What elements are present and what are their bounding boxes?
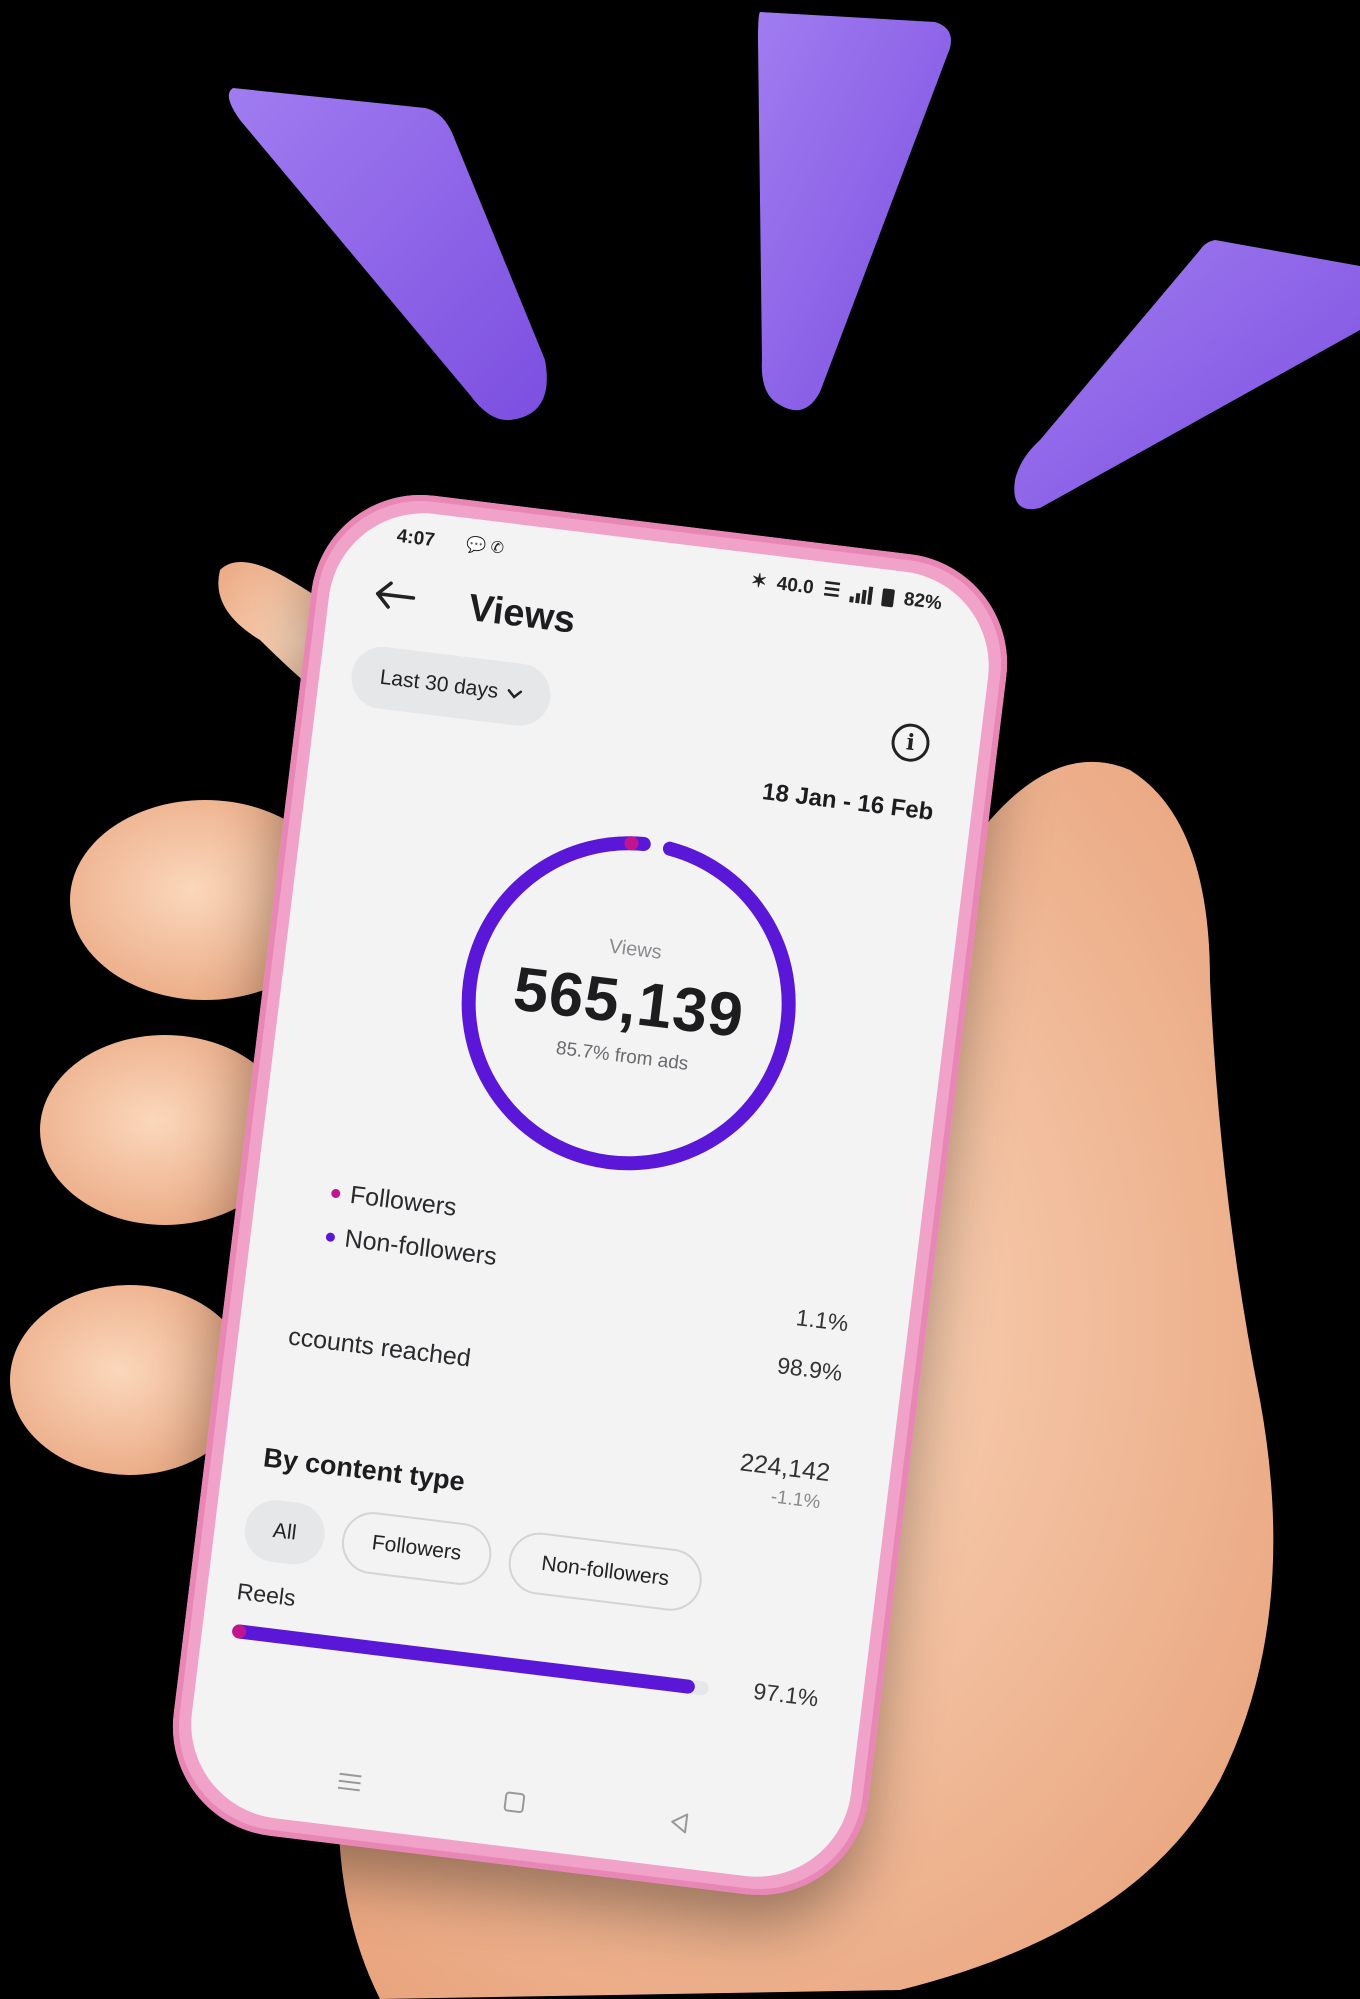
reels-bar-fill [231,1623,696,1695]
status-right: ✶ 40.0 ☰ 82% [750,569,943,615]
reels-bar-track [231,1623,710,1697]
page-title: Views [466,586,578,642]
status-time: 4:07 [395,525,436,552]
accounts-reached-value: 224,142 [738,1448,832,1488]
views-total: 565,139 [509,954,748,1052]
accounts-reached-change: -1.1% [769,1486,822,1514]
net-speed: 40.0 [775,572,815,599]
home-icon[interactable] [498,1786,531,1819]
shard-middle [758,12,951,411]
wifi-icon: ☰ [822,579,842,602]
legend-followers: Followers [330,1179,459,1223]
shard-right [1014,240,1360,510]
battery-level: 82% [902,588,943,614]
donut-center: Views 565,139 85.7% from ads [428,803,829,1204]
battery-icon [880,587,896,608]
non-followers-dot [325,1232,336,1243]
chip-non-followers[interactable]: Non-followers [505,1529,706,1615]
info-icon[interactable]: i [889,721,932,764]
non-followers-percent: 98.9% [775,1352,844,1386]
date-range-dropdown-label: Last 30 days [378,665,500,703]
views-donut-chart: Views 565,139 85.7% from ads [428,803,829,1204]
back-arrow-icon[interactable] [367,573,422,619]
shard-left [228,88,547,421]
notification-icons: 💬 ✆ [465,536,505,558]
followers-percent: 1.1% [794,1304,850,1337]
date-range-dropdown[interactable]: Last 30 days [347,643,554,730]
date-range-text: 18 Jan - 16 Feb [760,778,935,826]
reels-percent: 97.1% [752,1677,820,1712]
legend-non-followers: Non-followers [324,1222,498,1272]
accounts-reached-label: ccounts reached [286,1322,473,1373]
legend-followers-label: Followers [348,1180,459,1222]
back-triangle-icon[interactable] [662,1806,695,1839]
chip-followers[interactable]: Followers [338,1508,495,1589]
content-type-title: By content type [261,1442,467,1497]
signal-icon [849,584,874,605]
phone-screen: 4:07 💬 ✆ ✶ 40.0 ☰ 82% Views Last 30 days… [180,502,1000,1888]
reels-label: Reels [235,1578,298,1612]
chevron-down-icon [507,689,522,699]
donut-label: Views [607,935,663,964]
bluetooth-icon: ✶ [749,570,769,593]
recents-icon[interactable] [333,1765,366,1798]
chip-all[interactable]: All [241,1496,329,1568]
legend-non-followers-label: Non-followers [343,1224,499,1271]
promo-stage: 4:07 💬 ✆ ✶ 40.0 ☰ 82% Views Last 30 days… [0,0,1360,1999]
followers-dot [330,1188,341,1199]
